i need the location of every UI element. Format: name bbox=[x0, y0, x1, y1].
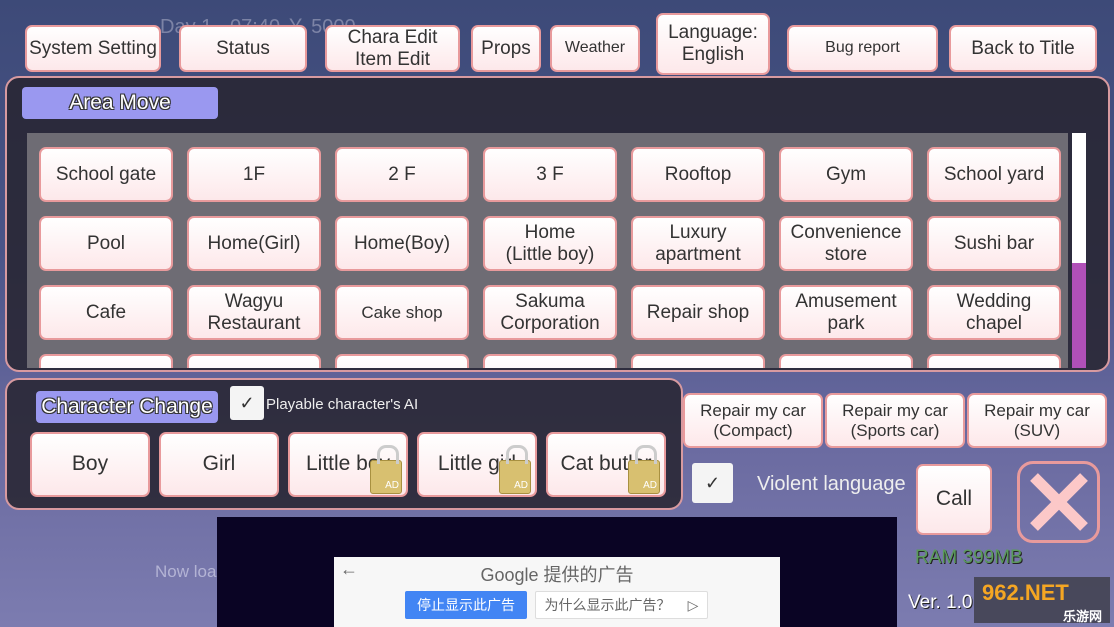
area-button[interactable] bbox=[631, 354, 765, 368]
area-button[interactable] bbox=[779, 354, 913, 368]
version-label: Ver. 1.0 bbox=[908, 592, 973, 613]
area-button[interactable]: 3 F bbox=[483, 147, 617, 202]
area-button[interactable]: 2 F bbox=[335, 147, 469, 202]
ad-lock-icon: AD bbox=[628, 445, 660, 494]
ram-readout: RAM 399MB bbox=[915, 547, 1023, 568]
area-button[interactable] bbox=[927, 354, 1061, 368]
ad-lock-icon: AD bbox=[370, 445, 402, 494]
why-ad-button[interactable]: 为什么显示此广告？ ▷ bbox=[535, 591, 708, 619]
watermark-logo: 962.NET 乐游网 bbox=[974, 577, 1110, 624]
props-button[interactable]: Props bbox=[471, 25, 541, 72]
area-button[interactable]: Amusement park bbox=[779, 285, 913, 340]
ad-brand: Google bbox=[480, 565, 539, 585]
area-button[interactable]: Luxury apartment bbox=[631, 216, 765, 271]
violent-label: Violent language bbox=[757, 473, 906, 495]
ad-provided: 提供的广告 bbox=[543, 565, 634, 585]
area-button[interactable]: Sushi bar bbox=[927, 216, 1061, 271]
area-move-title: Area Move bbox=[22, 87, 218, 119]
area-button[interactable]: 1F bbox=[187, 147, 321, 202]
why-ad-label: 为什么显示此广告？ bbox=[544, 597, 671, 613]
close-button[interactable] bbox=[1017, 461, 1100, 543]
ad-content[interactable]: ← Google 提供的广告 停止显示此广告 为什么显示此广告？ ▷ bbox=[334, 557, 780, 627]
ai-checkbox[interactable]: ✓ bbox=[230, 386, 264, 420]
area-button[interactable] bbox=[187, 354, 321, 368]
ad-lock-icon: AD bbox=[499, 445, 531, 494]
area-button[interactable]: Cafe bbox=[39, 285, 173, 340]
back-to-title-button[interactable]: Back to Title bbox=[949, 25, 1097, 72]
area-button[interactable]: Police station bbox=[483, 354, 617, 368]
area-button[interactable]: Home(Girl) bbox=[187, 216, 321, 271]
area-button[interactable]: Convenience store bbox=[779, 216, 913, 271]
area-button[interactable]: Home (Little boy) bbox=[483, 216, 617, 271]
area-button[interactable]: Repair shop bbox=[631, 285, 765, 340]
area-button[interactable]: Sakuma Corporation bbox=[483, 285, 617, 340]
character-button[interactable]: Girl bbox=[159, 432, 279, 497]
area-button[interactable]: Cake shop bbox=[335, 285, 469, 340]
chara-edit-button[interactable]: Chara Edit Item Edit bbox=[325, 25, 460, 72]
language-button[interactable]: Language: English bbox=[656, 13, 770, 75]
area-button[interactable]: Wedding chapel bbox=[927, 285, 1061, 340]
character-change-title: Character Change bbox=[36, 391, 218, 423]
area-button[interactable]: Rooftop bbox=[631, 147, 765, 202]
area-button[interactable]: Gym bbox=[779, 147, 913, 202]
stop-ad-button[interactable]: 停止显示此广告 bbox=[405, 591, 527, 619]
area-button[interactable]: School yard bbox=[927, 147, 1061, 202]
area-scrollbar[interactable] bbox=[1072, 133, 1086, 368]
area-button[interactable]: Wagyu Restaurant bbox=[187, 285, 321, 340]
status-button[interactable]: Status bbox=[179, 25, 307, 72]
area-button[interactable] bbox=[335, 354, 469, 368]
area-grid: School gate 1F 2 F 3 F Rooftop Gym School yard… bbox=[27, 133, 1068, 368]
bug-report-button[interactable]: Bug report bbox=[787, 25, 938, 72]
loading-text: Now loa bbox=[155, 562, 217, 581]
repair-car-button[interactable]: Repair my car (Compact) bbox=[683, 393, 823, 448]
repair-car-button[interactable]: Repair my car (SUV) bbox=[967, 393, 1107, 448]
weather-button[interactable]: Weather bbox=[550, 25, 640, 72]
area-button[interactable]: Pool bbox=[39, 216, 173, 271]
repair-car-button[interactable]: Repair my car (Sports car) bbox=[825, 393, 965, 448]
area-button[interactable]: Home(Boy) bbox=[335, 216, 469, 271]
adchoices-icon: ▷ bbox=[687, 596, 699, 613]
watermark-sub: 乐游网 bbox=[1062, 609, 1102, 624]
close-icon bbox=[1029, 473, 1088, 531]
area-button[interactable] bbox=[39, 354, 173, 368]
area-button[interactable]: School gate bbox=[39, 147, 173, 202]
call-button[interactable]: Call bbox=[916, 464, 992, 535]
system-setting-button[interactable]: System Setting bbox=[25, 25, 161, 72]
ai-label: Playable character's AI bbox=[266, 396, 419, 413]
watermark-main: 962.NET bbox=[982, 580, 1069, 605]
violent-checkbox[interactable]: ✓ bbox=[692, 463, 733, 503]
character-button[interactable]: Boy bbox=[30, 432, 150, 497]
